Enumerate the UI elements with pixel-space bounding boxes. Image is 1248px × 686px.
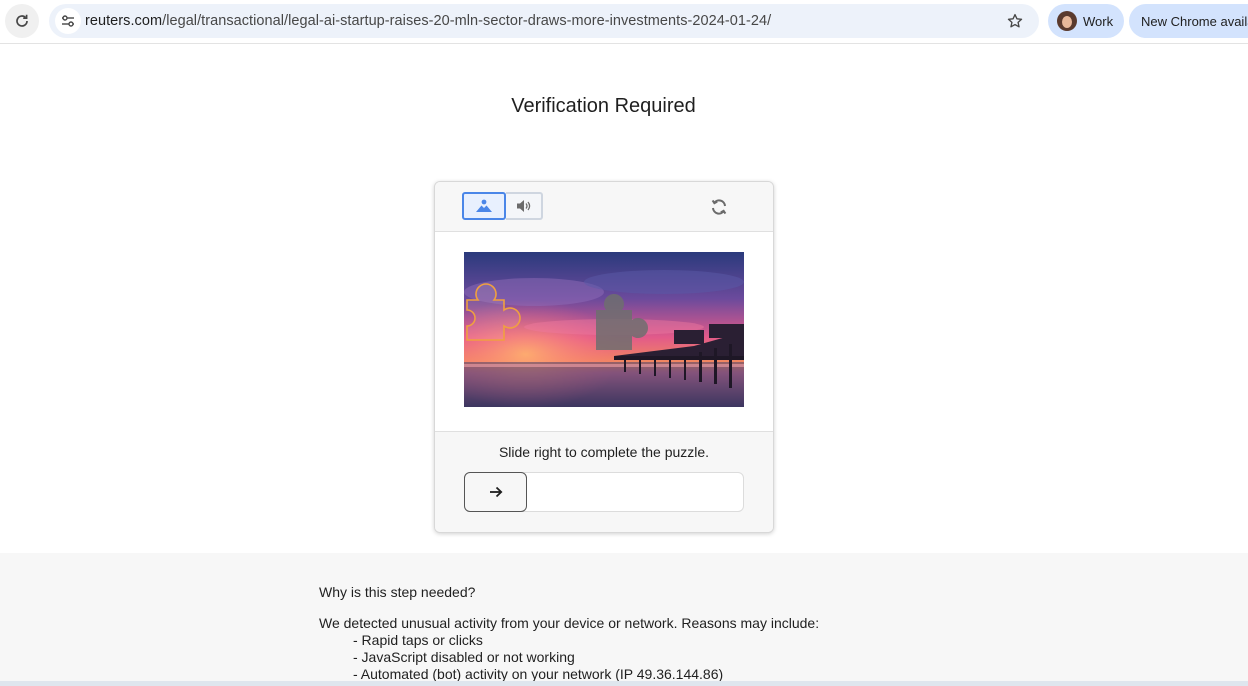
info-section: Why is this step needed? We detected unu…: [0, 553, 1248, 686]
avatar: [1057, 11, 1077, 31]
reason-item: - JavaScript disabled or not working: [353, 649, 575, 665]
refresh-icon: [711, 199, 727, 215]
reload-icon: [16, 14, 28, 27]
info-reason-intro: We detected unusual activity from your d…: [319, 615, 820, 631]
browser-toolbar: reuters.com/legal/transactional/legal-ai…: [0, 0, 1248, 44]
captcha-body: [435, 232, 773, 432]
image-mode-button[interactable]: [462, 192, 506, 220]
url-text[interactable]: reuters.com/legal/transactional/legal-ai…: [85, 13, 771, 29]
captcha-footer: Slide right to complete the puzzle.: [435, 432, 773, 532]
image-icon: [476, 199, 492, 212]
arrow-right-icon: [489, 486, 503, 498]
reload-button[interactable]: [5, 4, 39, 38]
url-path: /legal/transactional/legal-ai-startup-ra…: [162, 13, 772, 29]
speaker-icon: [516, 200, 530, 212]
slider-track[interactable]: [464, 472, 744, 512]
star-icon: [1007, 13, 1023, 28]
info-question: Why is this step needed?: [319, 584, 476, 600]
slider-handle[interactable]: [464, 472, 527, 512]
status-strip: [0, 681, 1248, 686]
captcha-card: Slide right to complete the puzzle.: [434, 181, 774, 533]
tune-icon: [62, 15, 74, 27]
bookmark-button[interactable]: [1005, 11, 1025, 31]
reason-list: - Rapid taps or clicks - JavaScript disa…: [353, 632, 723, 683]
page-title: Verification Required: [511, 95, 696, 117]
captcha-header: [435, 182, 773, 232]
refresh-button[interactable]: [709, 196, 729, 218]
slide-instruction: Slide right to complete the puzzle.: [498, 444, 710, 460]
profile-label: Work: [1083, 13, 1114, 29]
audio-mode-button[interactable]: [506, 192, 543, 220]
update-chrome-button[interactable]: New Chrome available: [1129, 4, 1248, 38]
site-info-button[interactable]: [55, 8, 81, 34]
url-domain: reuters.com: [85, 13, 163, 29]
reason-item: - Rapid taps or clicks: [353, 632, 483, 648]
profile-button[interactable]: Work: [1048, 4, 1124, 38]
update-label: New Chrome available: [1141, 13, 1248, 29]
address-bar[interactable]: reuters.com/legal/transactional/legal-ai…: [49, 4, 1039, 38]
puzzle-image: [464, 252, 744, 407]
